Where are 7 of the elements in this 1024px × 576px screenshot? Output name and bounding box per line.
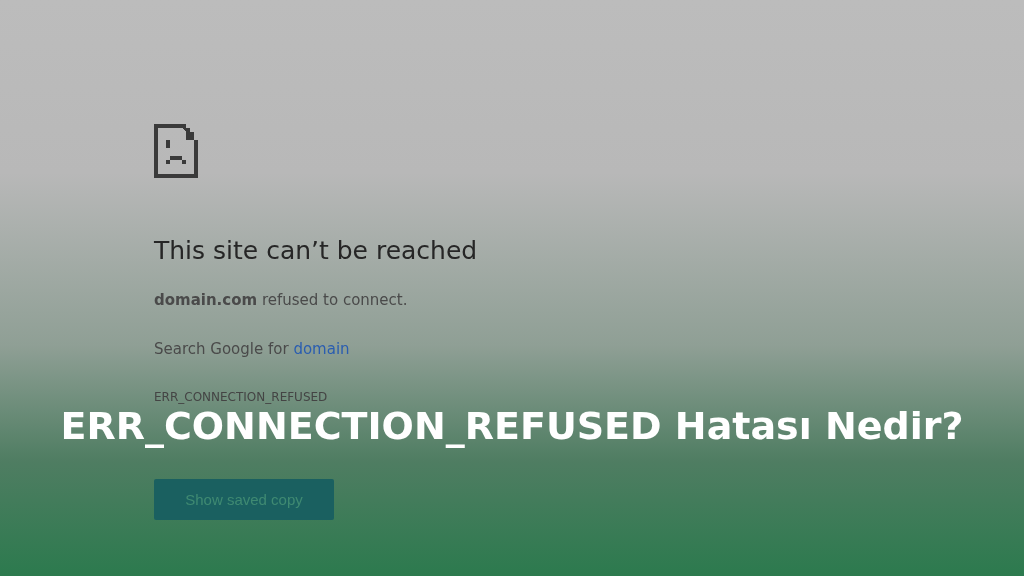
error-code: ERR_CONNECTION_REFUSED (154, 389, 328, 406)
error-message: domain.com refused to connect. (154, 291, 408, 309)
article-title: ERR_CONNECTION_REFUSED Hatası Nedir? (60, 404, 964, 450)
error-heading: This site can’t be reached (154, 236, 478, 266)
sad-page-icon (154, 124, 198, 178)
search-suggestion: Search Google for domain (154, 340, 350, 358)
search-link[interactable]: domain (293, 340, 350, 358)
